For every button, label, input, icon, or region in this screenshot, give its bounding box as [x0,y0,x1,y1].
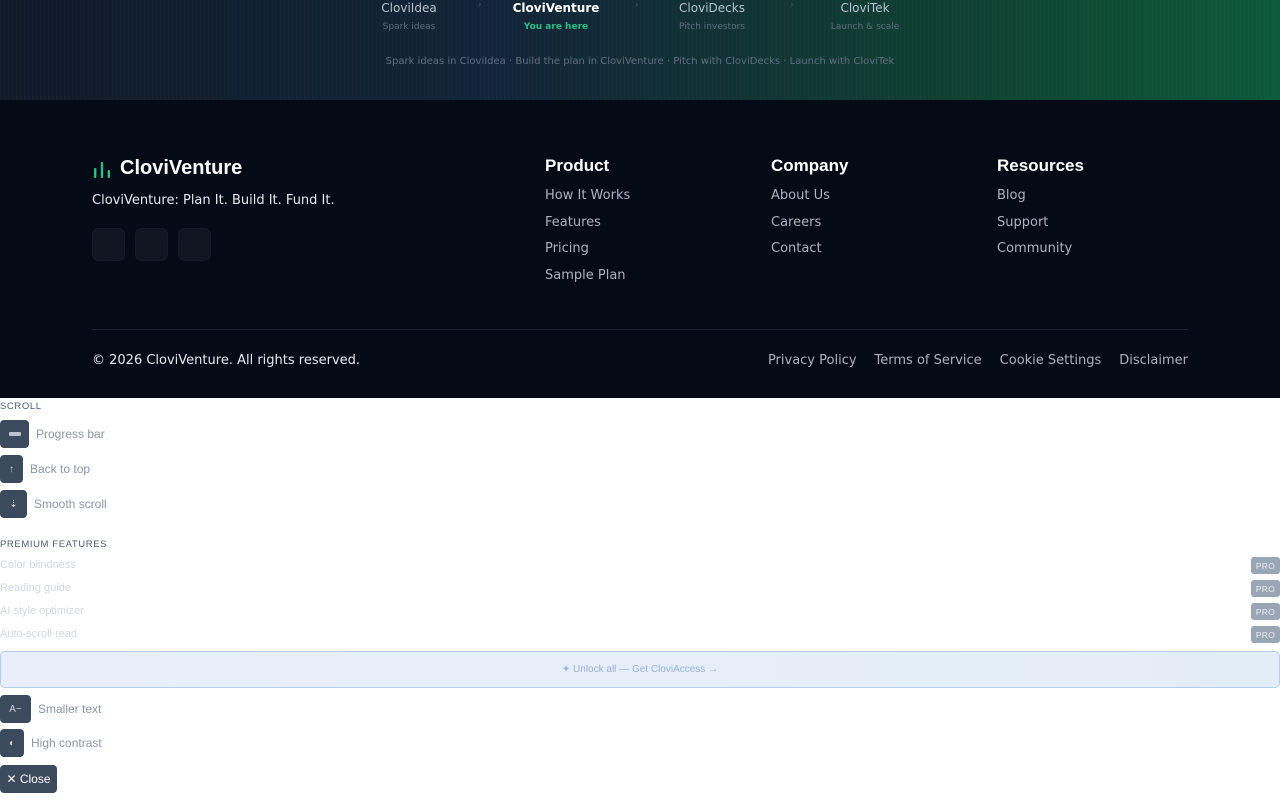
smaller-text-toggle[interactable]: A− Smaller text [0,695,101,723]
premium-feature-color-blindness[interactable]: Color blindness PRO [0,557,1280,575]
site-footer: CloviVenture CloviVenture: Plan It. Buil… [0,100,1280,398]
tool-label: Smaller text [38,702,102,716]
progress-bar-icon[interactable] [0,420,29,448]
pro-badge: PRO [1251,626,1280,643]
footer-column-resources: Resources Blog Support Community [997,156,1084,268]
terms-of-service-link[interactable]: Terms of Service [875,353,982,368]
high-contrast-toggle[interactable]: ◐ High contrast [0,729,102,757]
journey-step-name: CloviIdea [381,1,437,15]
journey-step-subtitle: Spark ideas [382,22,436,32]
brand-slogan: CloviVenture: Plan It. Build It. Fund It… [92,193,335,208]
brand-name: CloviVenture [120,157,243,179]
disclaimer-link[interactable]: Disclaimer [1119,353,1188,368]
footer-link-community[interactable]: Community [997,241,1084,257]
footer-link-how-it-works[interactable]: How It Works [545,188,630,204]
premium-feature-ai-style-optimizer[interactable]: AI style optimizer PRO [0,603,1280,621]
journey-step-clovidecks[interactable]: CloviDecks Pitch investors [632,0,792,33]
tool-label: High contrast [31,736,102,750]
bar-chart-icon [94,161,110,178]
cookie-settings-link[interactable]: Cookie Settings [1000,353,1102,368]
tool-label: Smooth scroll [34,497,107,511]
footer-column-title: Resources [997,156,1084,175]
footer-link-careers[interactable]: Careers [771,215,848,231]
footer-column-company: Company About Us Careers Contact [771,156,848,268]
smooth-scroll-icon[interactable]: ⇣ [0,490,27,518]
journey-step-name: CloviDecks [679,1,745,15]
feature-label: Auto-scroll read [0,628,78,640]
journey-step-subtitle: You are here [523,22,589,32]
contrast-icon[interactable]: ◐ [0,729,24,757]
footer-link-pricing[interactable]: Pricing [545,241,630,257]
premium-section-title: PREMIUM FEATURES [0,539,108,550]
footer-column-title: Product [545,156,610,175]
social-link-button[interactable] [92,228,125,261]
pro-badge: PRO [1251,557,1280,574]
footer-link-support[interactable]: Support [997,215,1084,231]
feature-label: Reading guide [0,582,71,594]
footer-link-blog[interactable]: Blog [997,188,1084,204]
footer-link-about-us[interactable]: About Us [771,188,848,204]
journey-step-cloviidea[interactable]: CloviIdea Spark ideas [329,0,489,33]
privacy-policy-link[interactable]: Privacy Policy [768,353,857,368]
accessibility-panel: SCROLL Progress bar ↑ Back to top ⇣ Smoo… [0,398,1280,800]
close-button[interactable]: ✕ Close [0,765,57,793]
social-links [92,228,211,261]
copyright-text: © 2026 CloviVenture. All rights reserved… [92,353,361,368]
feature-label: Color blindness [0,559,76,571]
feature-label: AI style optimizer [0,605,84,617]
smooth-scroll-toggle[interactable]: ⇣ Smooth scroll [0,490,107,518]
footer-column-title: Company [771,156,849,175]
journey-step-name: CloviVenture [512,1,600,15]
footer-link-features[interactable]: Features [545,215,630,231]
footer-link-contact[interactable]: Contact [771,241,848,257]
social-link-button[interactable] [135,228,168,261]
arrow-up-icon[interactable]: ↑ [0,455,23,483]
pro-badge: PRO [1251,603,1280,620]
journey-step-clovienture: CloviVenture You are here [476,0,636,33]
premium-feature-reading-guide[interactable]: Reading guide PRO [0,580,1280,598]
premium-feature-auto-scroll-read[interactable]: Auto-scroll read PRO [0,626,1280,644]
back-to-top-toggle[interactable]: ↑ Back to top [0,455,90,483]
journey-step-subtitle: Pitch investors [679,22,745,32]
journey-step-clovitek[interactable]: CloviTek Launch & scale [785,0,945,33]
footer-brand[interactable]: CloviVenture [92,157,242,180]
product-journey-strip: CloviIdea Spark ideas › CloviVenture You… [0,0,1280,100]
journey-tagline: Spark ideas in CloviIdea · Build the pla… [385,56,895,67]
legal-links: Privacy Policy Terms of Service Cookie S… [768,353,1188,368]
tool-label: Progress bar [36,427,105,441]
footer-divider [92,329,1188,330]
scroll-section-title: SCROLL [0,401,42,412]
footer-column-product: Product How It Works Features Pricing Sa… [545,156,630,295]
progress-bar-toggle[interactable]: Progress bar [0,420,105,448]
footer-link-sample-plan[interactable]: Sample Plan [545,268,630,284]
text-smaller-icon[interactable]: A− [0,695,31,723]
journey-step-subtitle: Launch & scale [830,22,900,32]
journey-step-name: CloviTek [840,1,890,15]
unlock-all-button[interactable]: ✦ Unlock all — Get CloviAccess → [0,651,1280,688]
social-link-button[interactable] [178,228,211,261]
pro-badge: PRO [1251,580,1280,597]
tool-label: Back to top [30,462,91,476]
